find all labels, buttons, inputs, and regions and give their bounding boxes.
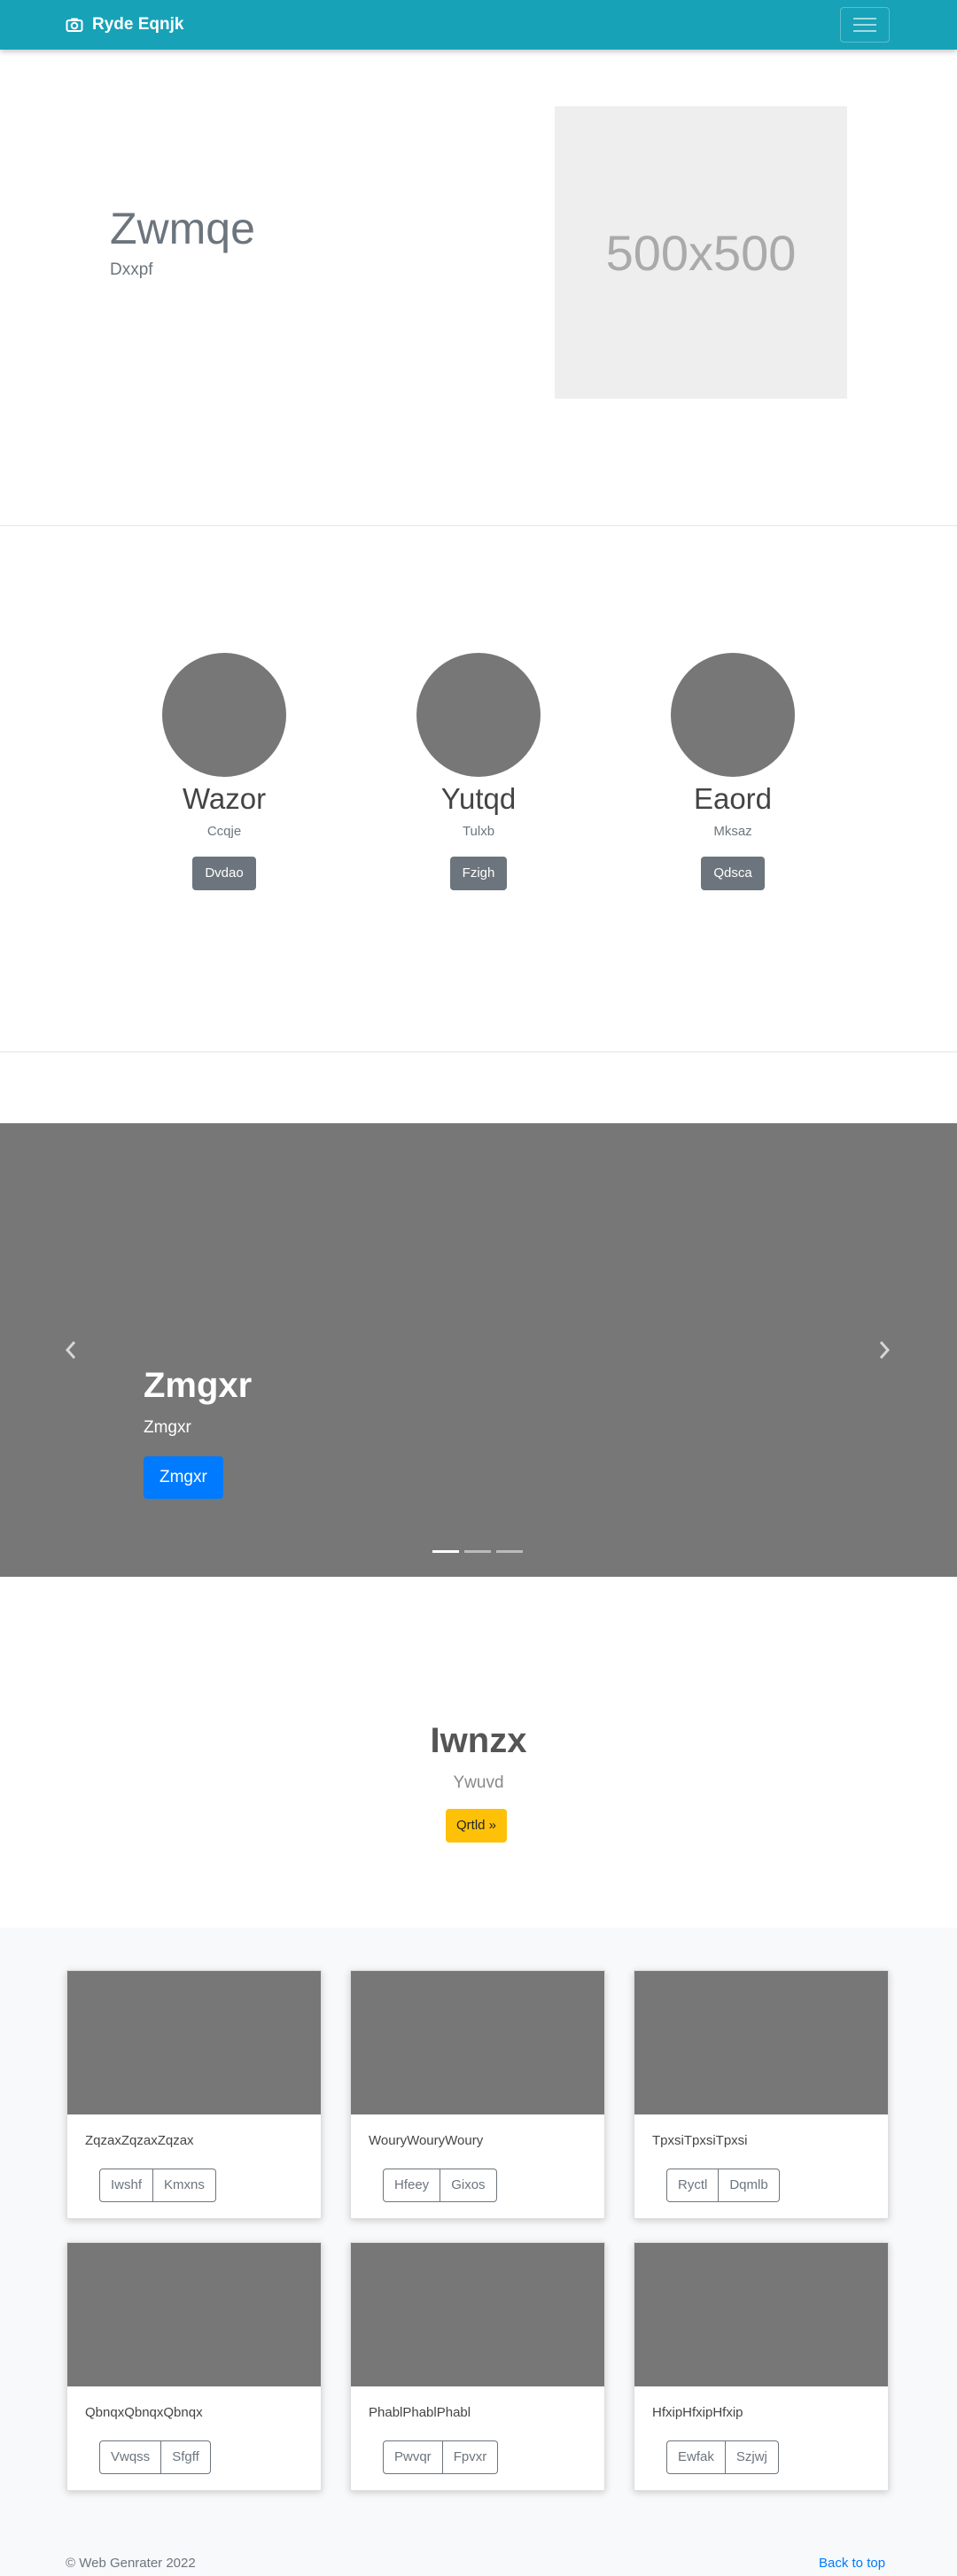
person-role: Ccqje xyxy=(206,824,242,839)
cta-subtitle: Ywuvd xyxy=(453,1773,504,1792)
card-button-group: Ewfak Szjwj xyxy=(666,2440,779,2474)
card-button[interactable]: Ryctl xyxy=(666,2169,720,2202)
album-section: ZqzaxZqzaxZqzax Iwshf Kmxns WouryWouryWo… xyxy=(0,1928,957,2576)
card-text: QbnqxQbnqxQbnqx xyxy=(85,2405,203,2420)
camera-icon xyxy=(66,18,83,32)
person-button[interactable]: Fzigh xyxy=(449,857,508,890)
album-card: TpxsiTpxsiTpxsi Ryctl Dqmlb xyxy=(634,1970,889,2219)
album-card: ZqzaxZqzaxZqzax Iwshf Kmxns xyxy=(66,1970,322,2219)
chevron-left-icon xyxy=(65,1341,76,1359)
navbar: Ryde Eqnjk xyxy=(0,0,957,50)
hero-subtitle: Dxxpf xyxy=(110,260,153,279)
card-thumbnail xyxy=(67,2243,321,2386)
card-button[interactable]: Dqmlb xyxy=(719,2169,780,2202)
person-card: Yutqd Tulxb Fzigh xyxy=(381,653,576,890)
avatar xyxy=(671,653,795,777)
card-text: TpxsiTpxsiTpxsi xyxy=(652,2133,748,2148)
back-to-top-link[interactable]: Back to top xyxy=(819,2556,885,2571)
card-button-group: Ryctl Dqmlb xyxy=(666,2169,780,2202)
carousel-caption-title: Zmgxr xyxy=(144,1366,253,1405)
person-name: Yutqd xyxy=(440,782,517,815)
person-name: Wazor xyxy=(182,782,267,815)
brand-name: Ryde Eqnjk xyxy=(92,15,184,34)
album-card: HfxipHfxipHfxip Ewfak Szjwj xyxy=(634,2242,889,2491)
card-thumbnail xyxy=(634,1971,888,2114)
navbar-toggler-button[interactable] xyxy=(840,7,890,43)
carousel-indicators xyxy=(432,1550,523,1553)
hero-image-label: 500x500 xyxy=(605,224,797,281)
card-text: PhablPhablPhabl xyxy=(369,2405,471,2420)
card-thumbnail xyxy=(351,2243,604,2386)
person-name: Eaord xyxy=(693,782,773,815)
hero-image-placeholder: 500x500 xyxy=(555,106,847,399)
carousel-indicator[interactable] xyxy=(496,1550,523,1553)
card-thumbnail xyxy=(634,2243,888,2386)
card-button-group: Hfeey Gixos xyxy=(383,2169,497,2202)
carousel: Zmgxr Zmgxr Zmgxr xyxy=(0,1123,957,1577)
card-thumbnail xyxy=(351,1971,604,2114)
avatar xyxy=(162,653,286,777)
card-button[interactable]: Szjwj xyxy=(725,2440,779,2474)
card-text: WouryWouryWoury xyxy=(369,2133,484,2148)
card-button[interactable]: Gixos xyxy=(440,2169,497,2202)
card-thumbnail xyxy=(67,1971,321,2114)
person-card: Eaord Mksaz Qdsca xyxy=(635,653,830,890)
card-button[interactable]: Sfgff xyxy=(161,2440,211,2474)
card-button[interactable]: Vwqss xyxy=(99,2440,162,2474)
avatar xyxy=(416,653,541,777)
card-button[interactable]: Iwshf xyxy=(99,2169,154,2202)
hamburger-icon xyxy=(853,18,876,32)
card-button[interactable]: Kmxns xyxy=(153,2169,216,2202)
person-role: Mksaz xyxy=(713,824,752,839)
chevron-right-icon xyxy=(879,1341,891,1359)
card-button[interactable]: Ewfak xyxy=(666,2440,726,2474)
card-text: HfxipHfxipHfxip xyxy=(652,2405,743,2420)
cta-title: Iwnzx xyxy=(430,1721,527,1760)
card-button-group: Iwshf Kmxns xyxy=(99,2169,216,2202)
section-divider xyxy=(0,1051,957,1052)
album-card: PhablPhablPhabl Pwvqr Fpvxr xyxy=(350,2242,605,2491)
hero-title: Zwmqe xyxy=(110,204,255,253)
person-role: Tulxb xyxy=(462,824,495,839)
cta-button[interactable]: Qrtld » xyxy=(446,1809,508,1843)
carousel-prev-button[interactable] xyxy=(60,1338,82,1362)
person-button[interactable]: Dvdao xyxy=(192,857,256,890)
carousel-caption-button[interactable]: Zmgxr xyxy=(144,1456,223,1499)
album-card: WouryWouryWoury Hfeey Gixos xyxy=(350,1970,605,2219)
footer-copyright: © Web Genrater 2022 xyxy=(66,2556,196,2571)
carousel-caption-subtitle: Zmgxr xyxy=(144,1418,191,1437)
card-text: ZqzaxZqzaxZqzax xyxy=(85,2133,194,2148)
card-button-group: Vwqss Sfgff xyxy=(99,2440,211,2474)
carousel-indicator[interactable] xyxy=(464,1550,491,1553)
brand-link[interactable]: Ryde Eqnjk xyxy=(66,13,183,36)
person-card: Wazor Ccqje Dvdao xyxy=(127,653,322,890)
card-button[interactable]: Pwvqr xyxy=(383,2440,443,2474)
card-button[interactable]: Hfeey xyxy=(383,2169,441,2202)
card-button[interactable]: Fpvxr xyxy=(442,2440,499,2474)
person-button[interactable]: Qdsca xyxy=(701,857,765,890)
album-card: QbnqxQbnqxQbnqx Vwqss Sfgff xyxy=(66,2242,322,2491)
carousel-indicator[interactable] xyxy=(432,1550,459,1553)
carousel-next-button[interactable] xyxy=(874,1338,895,1362)
card-button-group: Pwvqr Fpvxr xyxy=(383,2440,499,2474)
section-divider xyxy=(0,525,957,526)
